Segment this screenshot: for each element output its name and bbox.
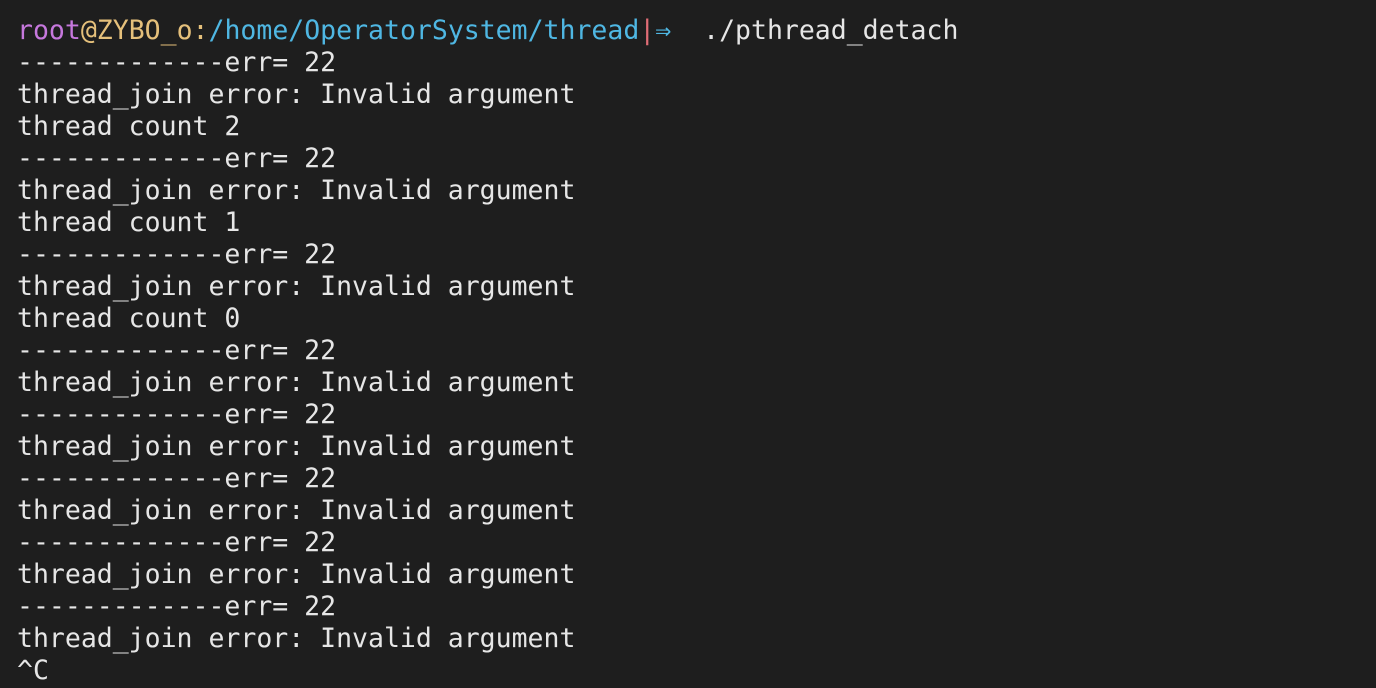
- prompt-separator: |: [639, 15, 656, 46]
- output-line: thread_join error: Invalid argument: [17, 495, 576, 526]
- output-line: thread_join error: Invalid argument: [17, 271, 576, 302]
- prompt-arrow-icon: ⇒: [655, 15, 672, 46]
- output-line: thread_join error: Invalid argument: [17, 367, 576, 398]
- terminal-window[interactable]: root@ZYBO_o:/home/OperatorSystem/thread|…: [17, 15, 1367, 686]
- output-line: thread_join error: Invalid argument: [17, 623, 576, 654]
- output-line: thread_join error: Invalid argument: [17, 431, 576, 462]
- output-line: -------------err= 22: [17, 399, 337, 430]
- output-line: -------------err= 22: [17, 463, 337, 494]
- prompt-user: root: [17, 15, 81, 46]
- output-line: thread count 0: [17, 303, 241, 334]
- prompt-at: @: [80, 15, 97, 46]
- prompt-path: /home/OperatorSystem/thread: [208, 15, 640, 46]
- output-line: thread_join error: Invalid argument: [17, 175, 576, 206]
- output-line: -------------err= 22: [17, 47, 337, 78]
- prompt-command: ./pthread_detach: [671, 15, 959, 46]
- output-line: -------------err= 22: [17, 591, 337, 622]
- output-line: -------------err= 22: [17, 527, 337, 558]
- prompt-host: ZYBO_o: [96, 15, 193, 46]
- output-line: thread_join error: Invalid argument: [17, 559, 576, 590]
- output-line: -------------err= 22: [17, 239, 337, 270]
- prompt-colon: :: [192, 15, 209, 46]
- output-line: -------------err= 22: [17, 335, 337, 366]
- output-line: thread count 2: [17, 111, 241, 142]
- output-line: thread_join error: Invalid argument: [17, 79, 576, 110]
- output-line: thread count 1: [17, 207, 241, 238]
- output-line: ^C: [17, 655, 49, 686]
- prompt-line: root@ZYBO_o:/home/OperatorSystem/thread|…: [17, 15, 1367, 47]
- output-line: -------------err= 22: [17, 143, 337, 174]
